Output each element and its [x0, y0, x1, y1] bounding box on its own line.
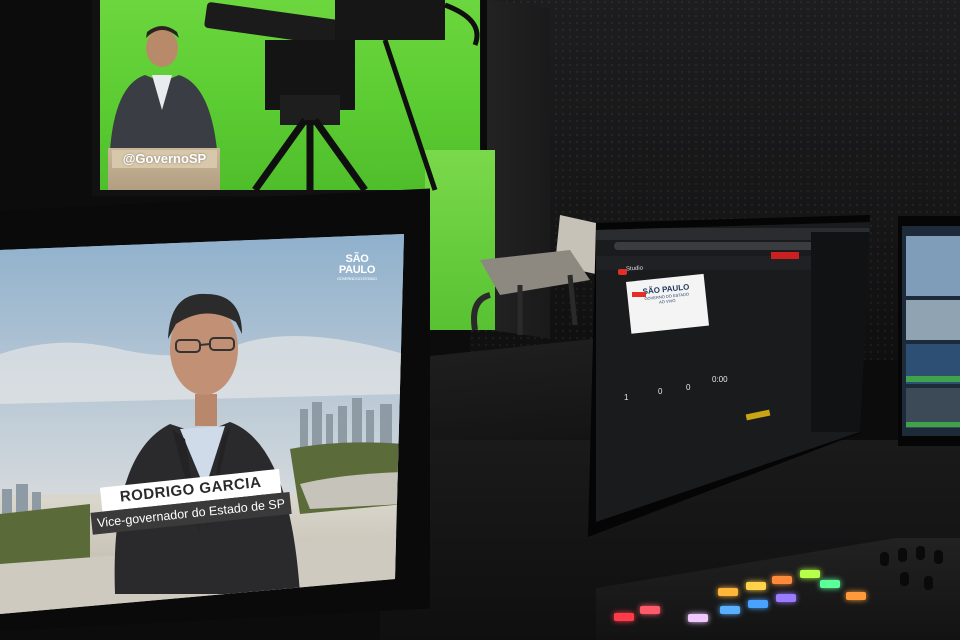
stream-stats: 1 0 0 0:00: [620, 357, 780, 417]
multiview-grid: [906, 236, 960, 428]
stat-value: 1: [624, 393, 629, 402]
control-key[interactable]: [776, 594, 796, 602]
live-badge: [632, 292, 646, 297]
control-key[interactable]: [800, 570, 820, 578]
studio-scene: @GovernoSP SÃO PAULO GOVERNO DO ESTADO R…: [0, 0, 960, 640]
control-key[interactable]: [720, 606, 740, 614]
control-key[interactable]: [640, 606, 660, 614]
multiview-screen: [902, 226, 960, 436]
control-knob[interactable]: [916, 546, 925, 560]
logo-subtext: GOVERNO DO ESTADO: [337, 276, 377, 281]
browser-url-bar[interactable]: [614, 242, 814, 250]
stat-value: 0: [658, 387, 663, 396]
control-knob[interactable]: [900, 572, 909, 586]
city-background: [0, 234, 404, 614]
stream-thumbnail[interactable]: SÃO PAULO GOVERNO DO ESTADO AO VIVO: [626, 273, 710, 334]
stat-value: 0: [686, 383, 691, 392]
control-key[interactable]: [688, 614, 708, 622]
program-monitor-screen: SÃO PAULO GOVERNO DO ESTADO RODRIGO GARC…: [0, 234, 404, 614]
sao-paulo-logo: SÃO PAULO GOVERNO DO ESTADO: [333, 254, 381, 282]
control-knob[interactable]: [924, 576, 933, 590]
control-key[interactable]: [614, 613, 634, 621]
studio-app-label: Studio: [625, 265, 644, 273]
control-key[interactable]: [718, 588, 738, 596]
go-live-button[interactable]: [771, 252, 799, 259]
control-key[interactable]: [772, 576, 792, 584]
logo-text: SÃO PAULO: [338, 253, 376, 276]
monitoring-side-panel: [811, 232, 870, 432]
control-knob[interactable]: [898, 548, 907, 562]
control-knob[interactable]: [934, 550, 943, 564]
control-key[interactable]: [746, 582, 766, 590]
studio-camera: [204, 0, 480, 193]
control-key[interactable]: [846, 592, 866, 600]
control-knob[interactable]: [880, 552, 889, 566]
stat-value: 0:00: [712, 375, 728, 384]
control-key[interactable]: [748, 600, 768, 608]
control-key[interactable]: [820, 580, 840, 588]
